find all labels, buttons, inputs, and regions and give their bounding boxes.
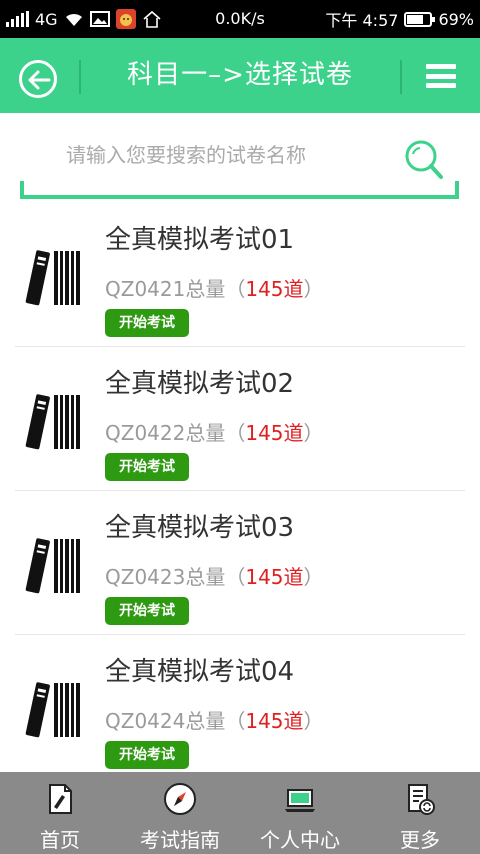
- exam-title: 全真模拟考试01: [105, 225, 295, 255]
- search-input[interactable]: [30, 135, 390, 175]
- menu-icon-bar: [426, 83, 456, 88]
- exam-item[interactable]: 全真模拟考试01 QZ0421总量（145道） 开始考试: [15, 203, 465, 347]
- page-title: 科目一–>选择试卷: [127, 60, 353, 90]
- battery-fill: [407, 14, 423, 24]
- exam-total-label: 总量（: [185, 277, 246, 301]
- exam-count-unit: 道: [283, 565, 304, 589]
- exam-code: QZ0424: [105, 709, 186, 733]
- nav-label: 个人中心: [260, 828, 340, 852]
- exam-list: 全真模拟考试01 QZ0421总量（145道） 开始考试 全真模拟考试02 QZ…: [0, 203, 480, 771]
- exam-item[interactable]: 全真模拟考试02 QZ0422总量（145道） 开始考试: [15, 347, 465, 491]
- exam-count-unit: 道: [283, 421, 304, 445]
- book-binder-icon: [25, 394, 80, 450]
- status-bar: 4G 0.0K/s 下午 4:57 69%: [0, 0, 480, 38]
- book-binder-icon: [25, 538, 80, 594]
- exam-meta: QZ0422总量（145道）: [105, 417, 324, 446]
- menu-icon-bar: [426, 64, 456, 69]
- exam-item[interactable]: 全真模拟考试03 QZ0423总量（145道） 开始考试: [15, 491, 465, 635]
- exam-code: QZ0422: [105, 421, 186, 445]
- exam-item[interactable]: 全真模拟考试04 QZ0424总量（145道） 开始考试: [15, 635, 465, 771]
- back-button[interactable]: [19, 60, 57, 98]
- status-right: 下午 4:57 69%: [325, 0, 474, 38]
- start-exam-button[interactable]: 开始考试: [105, 309, 189, 337]
- search-area: [20, 113, 459, 199]
- title-separator-left: [79, 60, 81, 94]
- exam-total-label: 总量（: [185, 709, 246, 733]
- battery-percent: 69%: [438, 9, 474, 29]
- exam-count-unit: 道: [283, 277, 304, 301]
- book-binder-icon: [25, 682, 80, 738]
- start-exam-button[interactable]: 开始考试: [105, 597, 189, 625]
- exam-close-paren: ）: [303, 565, 324, 589]
- exam-meta: QZ0423总量（145道）: [105, 561, 324, 590]
- exam-total-label: 总量（: [185, 421, 246, 445]
- nav-item-home[interactable]: 首页: [0, 772, 120, 854]
- compass-icon: [164, 783, 196, 815]
- exam-title: 全真模拟考试02: [105, 369, 295, 399]
- more-document-icon: [408, 784, 435, 815]
- title-separator-right: [400, 60, 402, 94]
- battery-icon: [404, 11, 436, 27]
- book-binder-icon: [25, 250, 80, 306]
- exam-close-paren: ）: [303, 421, 324, 445]
- exam-code: QZ0421: [105, 277, 186, 301]
- exam-count: 145: [245, 277, 284, 301]
- start-exam-button[interactable]: 开始考试: [105, 741, 189, 769]
- nav-item-profile[interactable]: 个人中心: [240, 772, 360, 854]
- nav-label: 更多: [400, 828, 440, 852]
- exam-meta: QZ0424总量（145道）: [105, 705, 324, 734]
- exam-close-paren: ）: [303, 277, 324, 301]
- exam-count: 145: [245, 709, 284, 733]
- bottom-nav: 首页 考试指南 个人中心 更多: [0, 772, 480, 854]
- back-arrow-icon: [28, 70, 51, 90]
- nav-label: 考试指南: [140, 828, 220, 852]
- nav-item-exam-guide[interactable]: 考试指南: [120, 772, 240, 854]
- exam-title: 全真模拟考试04: [105, 657, 295, 687]
- exam-title: 全真模拟考试03: [105, 513, 295, 543]
- start-exam-button[interactable]: 开始考试: [105, 453, 189, 481]
- menu-icon-bar: [426, 73, 456, 79]
- exam-code: QZ0423: [105, 565, 186, 589]
- exam-close-paren: ）: [303, 709, 324, 733]
- home-document-icon: [49, 784, 72, 814]
- search-icon[interactable]: [403, 139, 445, 181]
- exam-count-unit: 道: [283, 709, 304, 733]
- title-bar: 科目一–>选择试卷: [0, 38, 480, 113]
- clock: 下午 4:57: [325, 11, 399, 30]
- exam-count: 145: [245, 421, 284, 445]
- exam-count: 145: [245, 565, 284, 589]
- exam-meta: QZ0421总量（145道）: [105, 273, 324, 302]
- menu-button[interactable]: [426, 64, 456, 88]
- nav-item-more[interactable]: 更多: [360, 772, 480, 854]
- laptop-icon: [285, 789, 315, 812]
- exam-total-label: 总量（: [185, 565, 246, 589]
- search-underline: [20, 181, 459, 199]
- nav-label: 首页: [40, 828, 80, 852]
